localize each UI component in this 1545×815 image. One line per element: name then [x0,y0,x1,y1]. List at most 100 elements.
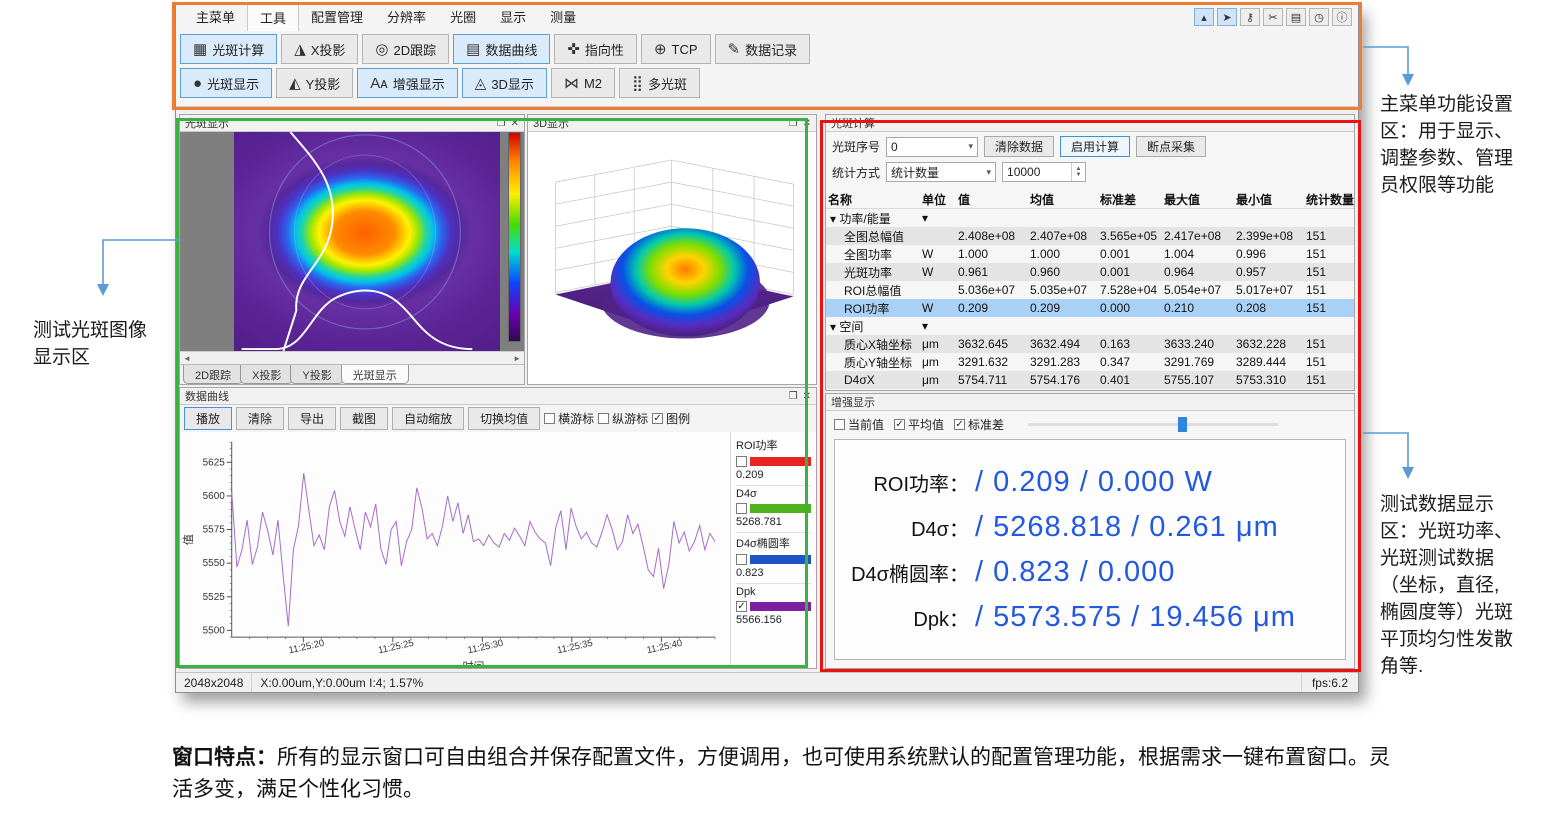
group-expander[interactable]: ▾ 空间 [826,318,920,335]
row-cell: 0.401 [1098,373,1162,387]
collapse-icon[interactable]: ▴ [1194,8,1214,26]
multi-beam-button[interactable]: ⣿多光斑 [619,68,700,98]
legend-name: D4σ [736,488,811,500]
legend-value: 5566.156 [736,614,811,626]
curve-button-清除[interactable]: 清除 [236,407,284,430]
group-filter-icon[interactable]: ▾ [920,319,956,333]
3d-display-button[interactable]: ◬3D显示 [462,68,547,98]
row-cell: 5.036e+07 [956,283,1028,297]
enhanced-display-button[interactable]: Aᴀ增强显示 [357,68,457,98]
checkbox-label: 平均值 [908,416,944,433]
enhanced-checkbox-当前值[interactable]: 当前值 [834,416,884,433]
info-icon[interactable]: ⓘ [1332,8,1352,26]
enhanced-checkbox-标准差[interactable]: ✓标准差 [954,416,1004,433]
x-projection-button-icon: ◮ [294,40,306,58]
help-icon[interactable]: ◷ [1309,8,1329,26]
table-row-ROI总幅值[interactable]: ROI总幅值5.036e+075.035e+077.528e+045.054e+… [826,281,1354,299]
curve-checkbox-图例[interactable]: ✓图例 [652,410,690,427]
menu-tab-主菜单[interactable]: 主菜单 [184,4,247,31]
group-expander[interactable]: ▾ 功率/能量 [826,210,920,227]
legend-checkbox[interactable] [736,503,747,514]
beam-tab-Y投影[interactable]: Y投影 [290,365,343,384]
float-icon[interactable]: ❐ [497,118,506,129]
pointing-button[interactable]: ✜指向性 [554,34,637,64]
scroll-right-icon[interactable]: ► [513,354,521,363]
beam-display-button[interactable]: ●光斑显示 [180,68,272,98]
pin-icon[interactable]: ➤ [1217,8,1237,26]
data-curve-button[interactable]: ▤数据曲线 [453,34,550,64]
table-row-ROI功率[interactable]: ROI功率W0.2090.2090.0000.2100.208151 [826,299,1354,317]
data-curve-button-icon: ▤ [466,40,480,58]
menu-tab-配置管理[interactable]: 配置管理 [299,4,375,31]
breakpoint-capture-button[interactable]: 断点采集 [1136,136,1206,157]
table-row-质心Y轴坐标[interactable]: 质心Y轴坐标μm3291.6323291.2830.3473291.769328… [826,353,1354,371]
x-projection-button[interactable]: ◮X投影 [281,34,358,64]
legend-checkbox[interactable] [736,456,747,467]
menu-tab-测量[interactable]: 测量 [538,4,588,31]
curve-checkbox-纵游标[interactable]: 纵游标 [598,410,648,427]
curve-button-播放[interactable]: 播放 [184,407,232,430]
beam-calc-button[interactable]: ▦光斑计算 [180,34,277,64]
legend-item-D4σ椭圆率: D4σ椭圆率0.823 [736,533,811,584]
table-group-row-空间[interactable]: ▾ 空间▾ [826,317,1354,335]
view-3d-canvas[interactable] [528,132,816,385]
table-group-row-功率/能量[interactable]: ▾ 功率/能量▾ [826,209,1354,227]
table-row-D4σX[interactable]: D4σXμm5754.7115754.1760.4015755.1075753.… [826,371,1354,389]
2d-tracking-button[interactable]: ◎2D跟踪 [362,34,449,64]
menu-tab-工具[interactable]: 工具 [247,4,299,31]
checkbox-label: 标准差 [968,416,1004,433]
cut-layout-icon[interactable]: ✂ [1263,8,1283,26]
checkbox-icon: ✓ [652,413,663,424]
row-cell: 0.163 [1098,337,1162,351]
close-icon[interactable]: ✕ [803,391,811,402]
tcp-button[interactable]: ⊕TCP [641,34,711,64]
beam-tab-2D跟踪[interactable]: 2D跟踪 [183,365,243,384]
table-row-全图总幅值[interactable]: 全图总幅值2.408e+082.407e+083.565e+052.417e+0… [826,227,1354,245]
table-row-光斑功率[interactable]: 光斑功率W0.9610.9600.0010.9640.957151 [826,263,1354,281]
scroll-left-icon[interactable]: ◄ [183,354,191,363]
beam-tab-X投影[interactable]: X投影 [240,365,293,384]
curve-button-截图[interactable]: 截图 [340,407,388,430]
menu-tab-分辨率[interactable]: 分辨率 [375,4,438,31]
font-size-slider[interactable] [1028,423,1278,426]
curve-checkbox-横游标[interactable]: 横游标 [544,410,594,427]
menu-tab-显示[interactable]: 显示 [488,4,538,31]
lock-icon[interactable]: ⚷ [1240,8,1260,26]
float-icon[interactable]: ❐ [789,391,798,402]
enhanced-checkbox-平均值[interactable]: ✓平均值 [894,416,944,433]
menu-tab-光圈[interactable]: 光圈 [438,4,488,31]
float-icon[interactable]: ❐ [789,118,798,129]
row-cell: 5755.107 [1162,373,1234,387]
m2-button[interactable]: ⋈M2 [551,68,615,98]
stat-mode-combobox[interactable]: 统计数量▾ [886,162,996,182]
beam-image-area[interactable] [180,132,524,351]
calc-results-table: 名称单位值均值标准差最大值最小值统计数量▾ 功率/能量▾全图总幅值2.408e+… [826,191,1354,389]
file-icon[interactable]: ▤ [1286,8,1306,26]
curve-button-切换均值[interactable]: 切换均值 [468,407,540,430]
curve-button-导出[interactable]: 导出 [288,407,336,430]
row-cell: 151 [1304,247,1354,261]
beam-horizontal-scrollbar[interactable]: ◄ ► [180,351,524,364]
legend-checkbox[interactable] [736,554,747,565]
view-3d-titlebar: 3D显示 ❐ ✕ [528,115,816,132]
row-cell: 0.964 [1162,265,1234,279]
group-filter-icon[interactable]: ▾ [920,211,956,225]
y-projection-button[interactable]: ◭Y投影 [276,68,353,98]
table-row-全图功率[interactable]: 全图功率W1.0001.0000.0011.0040.996151 [826,245,1354,263]
slider-handle[interactable] [1178,417,1187,432]
table-row-质心X轴坐标[interactable]: 质心X轴坐标μm3632.6453632.4940.1633633.240363… [826,335,1354,353]
curve-chart-area[interactable]: 55005525555055755600562511:25:2011:25:25… [180,432,730,669]
legend-name: ROI功率 [736,437,811,453]
svg-text:11:25:40: 11:25:40 [646,638,684,657]
beam-tab-光斑显示[interactable]: 光斑显示 [341,365,409,384]
data-record-button[interactable]: ✎数据记录 [715,34,811,64]
close-icon[interactable]: ✕ [511,118,519,129]
stat-count-spinner[interactable]: 10000 ▲▼ [1002,162,1086,182]
curve-button-自动缩放[interactable]: 自动缩放 [392,407,464,430]
svg-text:5500: 5500 [203,625,226,636]
enable-calc-button[interactable]: 启用计算 [1060,136,1130,157]
clear-data-button[interactable]: 清除数据 [984,136,1054,157]
close-icon[interactable]: ✕ [803,118,811,129]
seq-combobox[interactable]: 0▾ [886,137,978,157]
legend-checkbox[interactable]: ✓ [736,601,747,612]
